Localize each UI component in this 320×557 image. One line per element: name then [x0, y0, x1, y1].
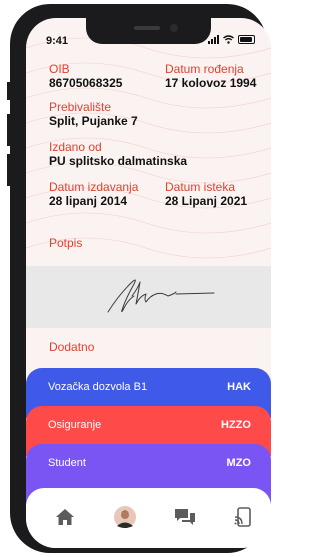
signal-icon	[208, 35, 219, 44]
datum-isteka-label: Datum isteka	[165, 180, 236, 194]
front-camera	[170, 24, 178, 32]
izdano-od-label: Izdano od	[49, 140, 102, 154]
wifi-icon	[223, 35, 234, 44]
oib-field: OIB 86705068325	[49, 62, 122, 90]
datum-rodenja-label: Datum rođenja	[165, 62, 244, 76]
prebivaliste-label: Prebivalište	[49, 100, 112, 114]
izdano-od-value: PU splitsko dalmatinska	[49, 154, 188, 168]
izdano-od-field: Izdano od PU splitsko dalmatinska	[49, 140, 187, 168]
home-icon	[56, 509, 74, 525]
datum-izdavanja-value: 28 lipanj 2014	[49, 194, 128, 208]
speaker	[134, 26, 160, 30]
signature	[107, 279, 215, 313]
tab-bar	[26, 488, 271, 548]
potpis-label: Potpis	[49, 236, 83, 250]
datum-izdavanja-field: Datum izdavanja 28 lipanj 2014	[49, 180, 138, 208]
volume-down-button	[7, 154, 11, 186]
signature-area	[26, 266, 271, 328]
mute-switch	[7, 82, 11, 100]
oib-label: OIB	[49, 62, 70, 76]
volume-up-button	[7, 114, 11, 146]
prebivaliste-field: Prebivalište Split, Pujanke 7	[49, 100, 138, 128]
tab-home[interactable]	[52, 504, 78, 530]
card-name: Osiguranje	[48, 419, 102, 431]
datum-izdavanja-label: Datum izdavanja	[49, 180, 139, 194]
status-time: 9:41	[46, 35, 69, 47]
battery-icon	[238, 35, 255, 44]
phone-frame: 9:41 OIB 86705068325 Datum rođenja 17 ko…	[7, 4, 271, 553]
card-code: HZZO	[221, 419, 251, 431]
datum-rodenja-field: Datum rođenja 17 kolovoz 1994	[165, 62, 256, 90]
card-name: Vozačka dozvola B1	[48, 381, 148, 393]
prebivaliste-value: Split, Pujanke 7	[49, 114, 138, 128]
status-icons	[208, 35, 255, 44]
datum-rodenja-value: 17 kolovoz 1994	[165, 76, 257, 90]
tab-messages[interactable]	[172, 504, 198, 530]
card-name: Student	[48, 457, 86, 469]
chat-icon	[175, 509, 195, 525]
screen: 9:41 OIB 86705068325 Datum rođenja 17 ko…	[26, 18, 271, 548]
dodatno-label: Dodatno	[49, 340, 95, 354]
datum-isteka-field: Datum isteka 28 Lipanj 2021	[165, 180, 247, 208]
datum-isteka-value: 28 Lipanj 2021	[165, 194, 248, 208]
nfc-phone-icon	[234, 507, 251, 527]
card-code: MZO	[226, 457, 251, 469]
tab-profile[interactable]	[112, 504, 138, 530]
avatar	[114, 506, 136, 528]
notch	[86, 18, 211, 44]
card-code: HAK	[227, 381, 251, 393]
oib-value: 86705068325	[49, 76, 123, 90]
tab-nfc[interactable]	[230, 504, 256, 530]
